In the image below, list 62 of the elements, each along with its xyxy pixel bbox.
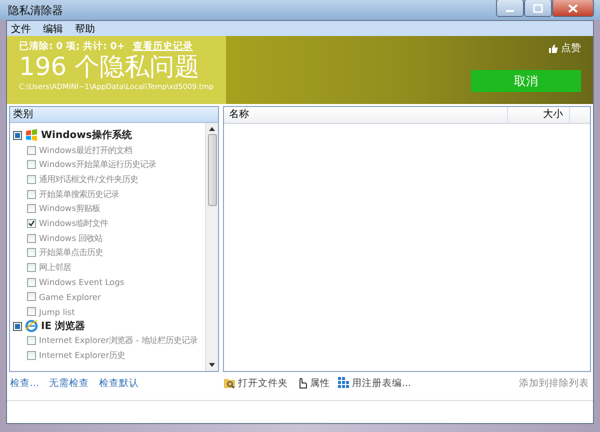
close-icon bbox=[568, 4, 578, 12]
issue-count-heading: 196 个隐私问题 bbox=[19, 53, 201, 81]
close-button[interactable] bbox=[552, 0, 594, 17]
checkbox[interactable] bbox=[27, 160, 36, 170]
column-header[interactable]: 大小 bbox=[508, 107, 570, 123]
tree-item-label[interactable]: Windows 回收站 bbox=[39, 232, 103, 244]
status-text: 已清除: 0 项; 共计: 0+ bbox=[19, 40, 125, 53]
checkbox[interactable] bbox=[27, 336, 36, 346]
exclude-link[interactable]: 添加到排除列表 bbox=[519, 376, 593, 390]
tree-item-label[interactable]: Game Explorer bbox=[39, 292, 101, 302]
tree-item-label[interactable]: 开始菜单搜索历史记录 bbox=[39, 188, 119, 200]
link[interactable]: 无需检查 bbox=[49, 376, 90, 390]
tree-group-label[interactable]: Windows操作系统 bbox=[41, 128, 132, 142]
checkbox[interactable] bbox=[27, 174, 36, 184]
thumbs-up-icon bbox=[549, 44, 558, 52]
checkbox[interactable] bbox=[27, 307, 36, 316]
minimize-icon bbox=[506, 10, 514, 12]
checkbox[interactable] bbox=[27, 218, 36, 228]
tree-item-label[interactable]: Internet Explorer浏览器 - 地址栏历史记录 bbox=[39, 335, 198, 346]
checkbox[interactable] bbox=[27, 248, 36, 258]
column-header[interactable]: 名称 bbox=[224, 107, 508, 123]
minimize-button[interactable] bbox=[496, 0, 524, 17]
group-checkbox[interactable] bbox=[13, 130, 22, 140]
tree-item-label[interactable]: Internet Explorer历史 bbox=[39, 350, 126, 362]
cancel-button[interactable]: 取消 bbox=[471, 70, 581, 92]
maximize-button[interactable] bbox=[524, 0, 552, 17]
maximize-icon bbox=[533, 4, 543, 12]
menu-item[interactable]: 帮助 bbox=[75, 22, 95, 36]
tree-item-label[interactable]: Windows Event Logs bbox=[39, 277, 124, 288]
link[interactable]: 检查... bbox=[10, 376, 40, 390]
tree-item-label[interactable]: 开始菜单点击历史 bbox=[39, 247, 103, 258]
scrollbar-thumb[interactable] bbox=[208, 134, 216, 206]
tree-item-label[interactable]: 网上邻居 bbox=[39, 262, 71, 274]
grid-icon bbox=[338, 377, 350, 389]
tree-item-label[interactable]: Windows开始菜单运行历史记录 bbox=[39, 159, 156, 170]
toolbar-button[interactable]: 用注册表编... bbox=[352, 376, 412, 390]
category-header: 类别 bbox=[13, 109, 33, 120]
checkbox[interactable] bbox=[27, 146, 36, 155]
globe-icon bbox=[25, 320, 38, 332]
tree-group-label[interactable]: IE 浏览器 bbox=[41, 319, 86, 334]
checkbox[interactable] bbox=[27, 278, 36, 287]
toolbar-button[interactable]: 属性 bbox=[310, 376, 330, 390]
checkbox[interactable] bbox=[27, 263, 36, 272]
group-checkbox[interactable] bbox=[13, 322, 22, 331]
windows-flag-icon bbox=[25, 129, 38, 142]
like-link[interactable]: 点赞 bbox=[561, 41, 581, 55]
menu-item[interactable]: 编辑 bbox=[43, 22, 63, 36]
menu-item[interactable]: 文件 bbox=[11, 22, 31, 36]
checkbox[interactable] bbox=[27, 190, 36, 199]
tree-item-label[interactable]: 通用对话框文件/文件夹历史 bbox=[39, 174, 138, 185]
folder-icon bbox=[224, 377, 236, 389]
tree-item-label[interactable]: Windows临时文件 bbox=[39, 218, 108, 229]
tree-item-label[interactable]: Windows最近打开的文档 bbox=[39, 144, 132, 156]
tree-item-label[interactable]: Jump list bbox=[39, 306, 75, 317]
window-title: 隐私清除器 bbox=[8, 2, 64, 18]
checkbox[interactable] bbox=[27, 292, 36, 302]
checkbox[interactable] bbox=[27, 204, 36, 214]
toolbar-button[interactable]: 打开文件夹 bbox=[238, 376, 288, 390]
checkbox[interactable] bbox=[27, 234, 36, 243]
link[interactable]: 检查默认 bbox=[99, 376, 140, 390]
checkbox[interactable] bbox=[27, 351, 36, 360]
tree-item-label[interactable]: Windows剪贴板 bbox=[39, 203, 100, 214]
